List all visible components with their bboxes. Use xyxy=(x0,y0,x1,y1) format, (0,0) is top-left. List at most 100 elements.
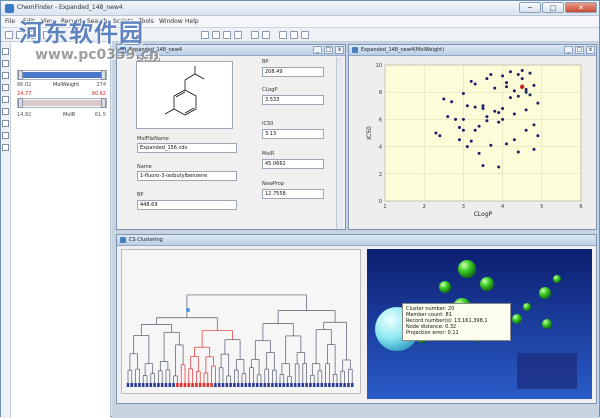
dendrogram-leaf xyxy=(233,383,236,387)
clogp-label: CLogP xyxy=(262,87,278,93)
data-point xyxy=(481,107,485,111)
molfilename-field[interactable]: Expanded_156.cdx xyxy=(137,143,237,153)
next-record-icon[interactable] xyxy=(223,31,231,39)
data-point xyxy=(485,77,489,81)
plot-window-icon xyxy=(352,47,358,53)
structure-box[interactable] xyxy=(136,61,233,129)
close-button[interactable]: ✕ xyxy=(565,2,597,13)
range-slider-2[interactable] xyxy=(17,98,107,108)
data-point xyxy=(508,96,512,100)
x-tick-label: 4 xyxy=(501,204,504,210)
tool-strip xyxy=(1,42,11,418)
dendrogram-leaf xyxy=(248,383,251,387)
slider-min-thumb[interactable] xyxy=(18,70,23,80)
select-tool-icon[interactable] xyxy=(2,48,9,55)
data-point xyxy=(438,134,442,138)
data-point xyxy=(505,81,509,85)
text-tool-icon[interactable] xyxy=(2,96,9,103)
subform-tool-icon[interactable] xyxy=(2,144,9,151)
search-icon[interactable] xyxy=(262,31,270,39)
dendrogram-leaf xyxy=(217,383,221,387)
dendrogram-leaf xyxy=(316,383,320,387)
data-point xyxy=(481,164,485,168)
data-point xyxy=(473,128,477,132)
cluster-sphere xyxy=(512,314,522,324)
cluster-sphere xyxy=(439,281,451,293)
form-minimize-button[interactable]: _ xyxy=(313,46,322,54)
x-tick-label: 2 xyxy=(423,204,426,210)
dendrogram-leaf xyxy=(172,383,175,387)
plot-maximize-button[interactable]: □ xyxy=(575,46,584,54)
molr-field[interactable]: 45.0662 xyxy=(262,159,324,169)
y-tick-label: 6 xyxy=(379,117,382,123)
molweight-range-slider[interactable] xyxy=(17,70,107,80)
table-icon[interactable] xyxy=(290,31,298,39)
bp-field[interactable]: 208.49 xyxy=(262,67,324,77)
picture-tool-icon[interactable] xyxy=(2,108,9,115)
menu-window[interactable]: Window xyxy=(159,18,183,25)
scatter-plot[interactable]: 1 2 3 4 5 6 0 2 4 6 8 10 CLogP IC50 xyxy=(349,57,596,230)
clustering-window: CS Clustering Cluster number: 20 Member … xyxy=(116,234,597,404)
cluster-sphere xyxy=(553,275,561,283)
dendrogram-leaf xyxy=(343,383,346,387)
form-icon[interactable] xyxy=(279,31,287,39)
data-point xyxy=(516,150,520,154)
slider-fill xyxy=(20,100,104,106)
first-record-icon[interactable] xyxy=(201,31,209,39)
dendrogram-leaf xyxy=(271,383,274,387)
dendrogram-leaf xyxy=(149,383,153,387)
check-tool-icon[interactable] xyxy=(2,84,9,91)
x-tick-label: 5 xyxy=(540,204,543,210)
dendrogram-leaf xyxy=(293,383,297,387)
clogp-field[interactable]: 3.533 xyxy=(262,95,324,105)
menu-help[interactable]: Help xyxy=(185,18,199,25)
minimize-button[interactable]: ─ xyxy=(519,2,541,13)
plot-close-button[interactable]: x xyxy=(586,46,595,54)
dendrogram-leaf xyxy=(210,383,213,387)
bp-left-field[interactable]: 448.69 xyxy=(137,200,237,210)
dendrogram-leaf xyxy=(278,383,282,387)
form-scrollbar[interactable] xyxy=(336,57,343,229)
slider-max-label: 61.5 xyxy=(94,112,106,118)
form-close-button[interactable]: x xyxy=(335,46,344,54)
slider-min-label: 14.82 xyxy=(17,112,32,118)
previous-record-icon[interactable] xyxy=(212,31,220,39)
ic50-label: IC50 xyxy=(262,121,274,127)
grid-tool-icon[interactable] xyxy=(2,132,9,139)
field-tool-icon[interactable] xyxy=(2,72,9,79)
menu-file[interactable]: File xyxy=(5,18,15,25)
form-maximize-button[interactable]: □ xyxy=(324,46,333,54)
data-point xyxy=(524,108,528,112)
dendrogram-leaf xyxy=(240,383,244,387)
dendrogram-leaf xyxy=(153,383,156,387)
last-record-icon[interactable] xyxy=(234,31,242,39)
cluster-sphere xyxy=(523,303,531,311)
dendrogram-leaf xyxy=(138,383,141,387)
dendrogram-leaf xyxy=(263,383,267,387)
data-point xyxy=(512,138,516,142)
selected-point xyxy=(520,84,525,89)
newprop-field[interactable]: 12.7558 xyxy=(262,189,324,199)
data-point xyxy=(505,85,509,89)
x-tick-label: 3 xyxy=(462,204,465,210)
dendrogram-leaf xyxy=(350,383,354,387)
data-point xyxy=(473,105,477,109)
dendrogram-leaf xyxy=(309,383,312,387)
maximize-button[interactable]: □ xyxy=(542,2,564,13)
name-field[interactable]: 1-fluoro-3-isobutylbenzene xyxy=(137,171,237,181)
query-icon[interactable] xyxy=(251,31,259,39)
slider-max-thumb[interactable] xyxy=(101,98,106,108)
ic50-field[interactable]: 3.13 xyxy=(262,129,324,139)
dendrogram-leaf xyxy=(252,383,255,387)
new-icon[interactable] xyxy=(5,31,13,39)
plot-minimize-button[interactable]: _ xyxy=(564,46,573,54)
frame-tool-icon[interactable] xyxy=(2,120,9,127)
cluster-sphere xyxy=(480,277,494,291)
slider-min-thumb[interactable] xyxy=(18,98,23,108)
dendrogram[interactable] xyxy=(121,249,361,394)
slider-max-thumb[interactable] xyxy=(101,70,106,80)
slider-min-label: 24.77 xyxy=(17,91,32,97)
plot-icon[interactable] xyxy=(301,31,309,39)
box-tool-icon[interactable] xyxy=(2,60,9,67)
data-point xyxy=(532,123,536,127)
